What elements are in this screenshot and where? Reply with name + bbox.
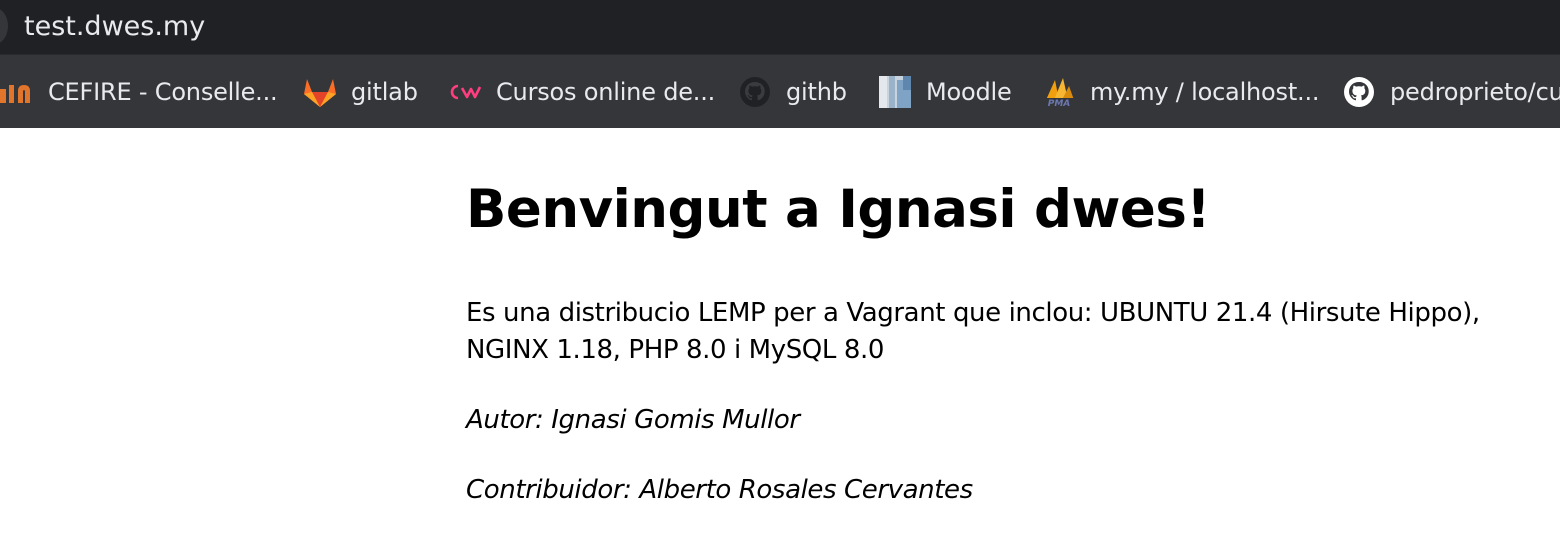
- bookmark-cefire[interactable]: CEFIRE - Conselle...: [0, 55, 278, 128]
- url-text[interactable]: test.dwes.my: [24, 10, 205, 44]
- description-text: Es una distribucio LEMP per a Vagrant qu…: [466, 298, 1480, 365]
- site-info-icon[interactable]: [0, 8, 8, 44]
- bookmarks-bar: CEFIRE - Conselle... gitlab Cursos onlin…: [0, 55, 1560, 128]
- address-bar[interactable]: test.dwes.my: [0, 0, 1560, 55]
- cursos-logo-icon: [448, 75, 482, 109]
- bookmark-phpmyadmin[interactable]: PMA my.my / localhost...: [1042, 55, 1320, 128]
- bookmark-githb[interactable]: githb: [738, 55, 847, 128]
- bookmark-label: CEFIRE - Conselle...: [48, 77, 278, 106]
- phpmyadmin-icon: PMA: [1042, 75, 1076, 109]
- bookmark-label: Moodle: [926, 77, 1012, 106]
- contributor-text: Contribuidor: Alberto Rosales Cervantes: [466, 475, 973, 505]
- bookmark-label: Cursos online de...: [496, 77, 716, 106]
- bookmark-label: pedroprieto/cur: [1390, 77, 1560, 106]
- bookmark-label: my.my / localhost...: [1090, 77, 1320, 106]
- page-title: Benvingut a Ignasi dwes!: [466, 179, 1211, 240]
- svg-text:PMA: PMA: [1048, 99, 1071, 108]
- bookmark-cursos-online[interactable]: Cursos online de...: [448, 55, 715, 128]
- github-icon: [1342, 75, 1376, 109]
- bookmark-pedroprieto[interactable]: pedroprieto/cur: [1342, 55, 1560, 128]
- moodle-thumbnail-icon: [878, 75, 912, 109]
- bookmark-label: githb: [786, 77, 847, 106]
- page-content: Benvingut a Ignasi dwes! Es una distribu…: [466, 150, 1526, 505]
- bookmark-label: gitlab: [351, 77, 418, 106]
- author-text: Autor: Ignasi Gomis Mullor: [466, 405, 800, 435]
- bookmark-moodle[interactable]: Moodle: [878, 55, 1012, 128]
- cefire-logo-icon: [0, 75, 34, 109]
- github-icon: [738, 75, 772, 109]
- bookmark-gitlab[interactable]: gitlab: [303, 55, 418, 128]
- gitlab-icon: [303, 75, 337, 109]
